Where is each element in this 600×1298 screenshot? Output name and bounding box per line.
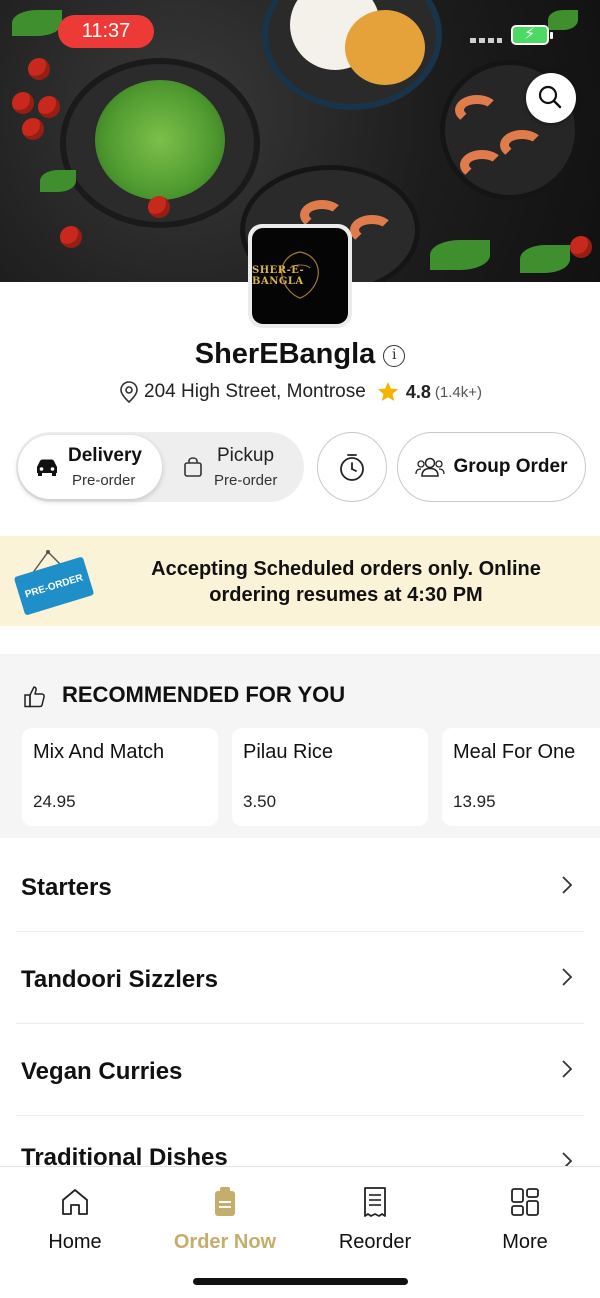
- restaurant-name: SherEBangla: [194, 338, 376, 370]
- pickup-sub-label: Pre-order: [214, 472, 278, 489]
- recommended-item-price: 3.50: [243, 792, 277, 811]
- bag-icon: [184, 457, 202, 477]
- nav-home[interactable]: Home: [0, 1185, 150, 1254]
- thumbs-up-icon: [24, 686, 45, 708]
- recommended-item-name: Pilau Rice: [243, 741, 334, 763]
- receipt-icon: [364, 1187, 386, 1217]
- location-pin-icon: [120, 381, 138, 404]
- status-bar-time: 11:37: [58, 15, 154, 48]
- nav-more-label: More: [502, 1231, 548, 1253]
- category-row-vegan-curries[interactable]: Vegan Curries: [16, 1024, 584, 1116]
- delivery-sub-label: Pre-order: [72, 472, 136, 489]
- nav-order-now[interactable]: Order Now: [150, 1185, 300, 1254]
- restaurant-address: 204 High Street, Montrose: [144, 381, 366, 402]
- category-label: Tandoori Sizzlers: [21, 966, 218, 993]
- chevron-right-icon: [562, 1060, 573, 1078]
- logo-wordmark: SHER-E-BANGLA: [252, 265, 305, 287]
- recommended-item-card[interactable]: Meal For One 13.95: [442, 728, 600, 826]
- nav-reorder[interactable]: Reorder: [300, 1185, 450, 1254]
- search-button[interactable]: [526, 73, 576, 123]
- scheduled-orders-banner: PRE-ORDER Accepting Scheduled orders onl…: [0, 536, 600, 626]
- stopwatch-icon: [339, 453, 364, 481]
- category-label: Vegan Curries: [21, 1058, 183, 1085]
- recommended-item-name: Mix And Match: [33, 741, 165, 763]
- category-row-tandoori-sizzlers[interactable]: Tandoori Sizzlers: [16, 932, 584, 1024]
- grid-icon: [511, 1188, 539, 1216]
- pickup-label: Pickup: [217, 445, 275, 466]
- schedule-button[interactable]: [317, 432, 387, 502]
- recommended-item-price: 24.95: [33, 792, 76, 811]
- search-icon: [538, 85, 562, 109]
- signal-icon: [470, 38, 502, 43]
- group-order-button[interactable]: Group Order: [397, 432, 586, 502]
- group-order-label: Group Order: [453, 456, 568, 477]
- star-icon: [377, 382, 398, 401]
- info-icon[interactable]: i: [383, 345, 406, 367]
- car-icon: [37, 459, 57, 476]
- recommended-item-name: Meal For One: [453, 741, 576, 763]
- category-label: Starters: [21, 874, 112, 901]
- charging-bolt-icon: ⚡: [524, 26, 536, 43]
- recommended-item-price: 13.95: [453, 792, 496, 811]
- nav-more[interactable]: More: [450, 1185, 600, 1254]
- order-bag-icon: [215, 1187, 235, 1216]
- nav-order-now-label: Order Now: [173, 1231, 277, 1253]
- nav-home-label: Home: [48, 1231, 102, 1253]
- delivery-label: Delivery: [68, 445, 142, 466]
- category-row-starters[interactable]: Starters: [16, 840, 584, 932]
- recommended-item-card[interactable]: Pilau Rice 3.50: [232, 728, 428, 826]
- chevron-right-icon: [562, 876, 573, 894]
- order-mode-switch: Delivery Pre-order Pickup Pre-order: [16, 432, 304, 502]
- restaurant-logo: SHER-E-BANGLA: [248, 224, 352, 328]
- home-indicator: [193, 1278, 408, 1285]
- nav-reorder-label: Reorder: [338, 1231, 412, 1253]
- address-rating-row: 204 High Street, Montrose 4.8 (1.4k+): [0, 380, 600, 404]
- rating-count: (1.4k+): [434, 383, 482, 401]
- home-icon: [62, 1189, 88, 1215]
- preorder-tag: PRE-ORDER: [13, 556, 95, 616]
- recommended-item-card[interactable]: Mix And Match 24.95: [22, 728, 218, 826]
- chevron-right-icon: [562, 968, 573, 986]
- group-users-icon: [415, 457, 446, 477]
- recommended-section: RECOMMENDED FOR YOU Mix And Match 24.95 …: [0, 654, 600, 838]
- recommended-title: RECOMMENDED FOR YOU: [62, 682, 346, 707]
- banner-message: Accepting Scheduled orders only. Online …: [151, 558, 541, 606]
- rating-value: 4.8: [405, 381, 431, 402]
